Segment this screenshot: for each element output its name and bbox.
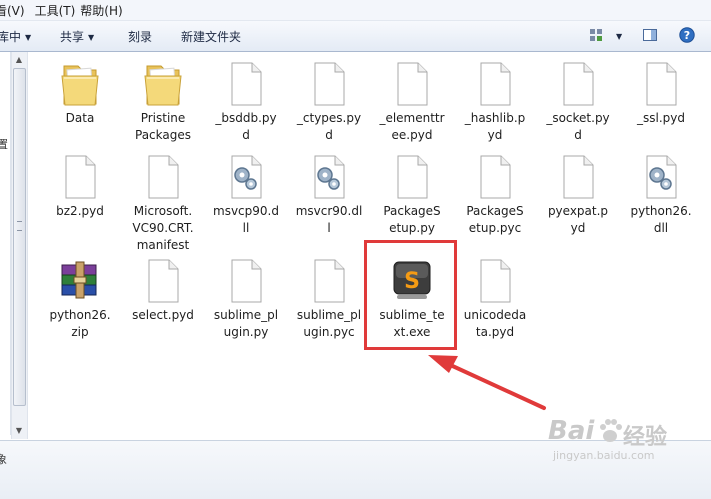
paw-icon bbox=[600, 419, 622, 442]
watermark-brand-tail: 经验 bbox=[623, 425, 668, 450]
baidu-watermark: Bai 经验 jingyan.baidu.com bbox=[548, 416, 708, 466]
status-fragment: 象 bbox=[0, 453, 7, 466]
watermark-brand: Bai bbox=[548, 416, 595, 446]
watermark-url: jingyan.baidu.com bbox=[553, 449, 655, 462]
